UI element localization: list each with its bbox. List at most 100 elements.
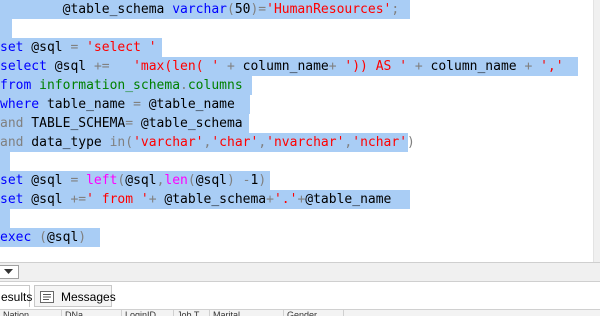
code-token: ): [258, 173, 267, 188]
tab-messages-label: Messages: [61, 290, 116, 304]
messages-icon: [40, 291, 54, 303]
code-token: @sql: [23, 192, 71, 207]
grid-column-header[interactable]: Job T...: [174, 310, 210, 316]
code-token: information_schema: [39, 78, 181, 93]
code-line: [0, 19, 12, 38]
code-token: 'varchar': [133, 135, 204, 150]
code-line: where table_name = @table_name: [0, 95, 250, 114]
code-token: .: [180, 78, 188, 93]
code-token: @table_schema: [0, 2, 173, 17]
code-token: @table_name: [305, 192, 392, 207]
code-line: exec (@sql): [0, 228, 100, 247]
code-token: @sql: [46, 230, 79, 245]
code-token: 'max(len( ': [133, 59, 220, 74]
grid-column-header[interactable]: Marital...: [210, 310, 284, 316]
code-token: and: [0, 116, 24, 131]
code-token: +: [328, 59, 337, 74]
code-token: data_type: [23, 135, 110, 150]
code-token: @table_schema: [133, 116, 243, 131]
vertical-scrollbar[interactable]: [593, 0, 600, 262]
code-token: (: [187, 173, 196, 188]
code-token: select: [0, 59, 47, 74]
code-token: 'nvarchar': [266, 135, 345, 150]
code-line: from information_schema.columns: [0, 76, 252, 95]
code-token: +: [227, 59, 235, 74]
code-token: from: [0, 78, 32, 93]
code-token: @sql: [46, 59, 94, 74]
zoom-dropdown[interactable]: [0, 265, 19, 279]
code-token: table_name: [39, 97, 134, 112]
code-token: +: [414, 59, 423, 74]
results-tab-strip: esults Messages: [0, 283, 600, 309]
code-token: @sql: [125, 173, 157, 188]
code-token: 'select ': [86, 40, 157, 55]
code-token: @table_name: [140, 97, 235, 112]
query-editor[interactable]: @table_schema varchar(50)='HumanResource…: [0, 0, 593, 262]
code-line: [0, 152, 10, 171]
code-line: select @sql += 'max(len( ' + column_name…: [0, 57, 578, 76]
code-token: varchar: [172, 2, 227, 17]
code-token: ,: [258, 135, 267, 150]
code-token: @sql: [23, 40, 71, 55]
grid-column-header[interactable]: DNa...: [62, 310, 122, 316]
grid-column-header[interactable]: LoginID: [122, 310, 174, 316]
code-token: @sql: [195, 173, 228, 188]
code-line: and data_type in('varchar','char','nvarc…: [0, 133, 415, 152]
code-token: (: [39, 230, 47, 245]
code-token: column_name: [234, 59, 329, 74]
code-token: -: [242, 173, 251, 188]
code-token: ): [78, 230, 87, 245]
grid-column-header[interactable]: Nation...: [0, 310, 62, 316]
code-token: ): [407, 135, 415, 150]
code-token: 'char': [211, 135, 259, 150]
tab-results[interactable]: esults: [0, 285, 33, 307]
code-token: ',': [540, 59, 564, 74]
code-line: set @sql +=' from '+ @table_schema+'.'+@…: [0, 190, 410, 209]
editor-status-strip: [0, 262, 600, 282]
code-token: set: [0, 192, 24, 207]
code-token: columns: [187, 78, 243, 93]
code-token: set: [0, 173, 24, 188]
code-token: and: [0, 135, 24, 150]
code-token: 'HumanResources': [266, 2, 392, 17]
code-token: set: [0, 40, 24, 55]
code-token: +: [148, 192, 157, 207]
code-token: len: [164, 173, 188, 188]
code-line: set @sql = left(@sql,len(@sql) -1): [0, 171, 270, 190]
code-token: '.': [273, 192, 298, 207]
chevron-down-icon: [4, 269, 13, 274]
code-line: [0, 209, 10, 228]
code-token: ;: [391, 2, 400, 17]
code-token: =: [133, 97, 141, 112]
code-line: and TABLE_SCHEMA= @table_schema: [0, 114, 249, 133]
code-line: @table_schema varchar(50)='HumanResource…: [0, 0, 410, 19]
code-token: ' from ': [86, 192, 149, 207]
code-token: exec: [0, 230, 32, 245]
code-token: =: [125, 116, 134, 131]
code-token: 'nchar': [352, 135, 408, 150]
code-token: +=: [93, 59, 110, 74]
code-token: @sql: [23, 173, 71, 188]
code-token: column_name: [422, 59, 525, 74]
code-token: in(: [109, 135, 134, 150]
code-token: ): [227, 173, 235, 188]
tab-results-label: esults: [1, 290, 33, 304]
code-line: set @sql = 'select ': [0, 38, 162, 57]
code-token: @table_schema: [156, 192, 267, 207]
code-token: where: [0, 97, 40, 112]
code-token: (: [226, 2, 235, 17]
code-token: +: [266, 192, 274, 207]
code-token: ')) AS ': [344, 59, 408, 74]
code-token: left: [86, 173, 118, 188]
grid-column-header[interactable]: Gender: [284, 310, 344, 316]
tab-messages[interactable]: Messages: [34, 285, 116, 307]
code-token: +=: [70, 192, 87, 207]
